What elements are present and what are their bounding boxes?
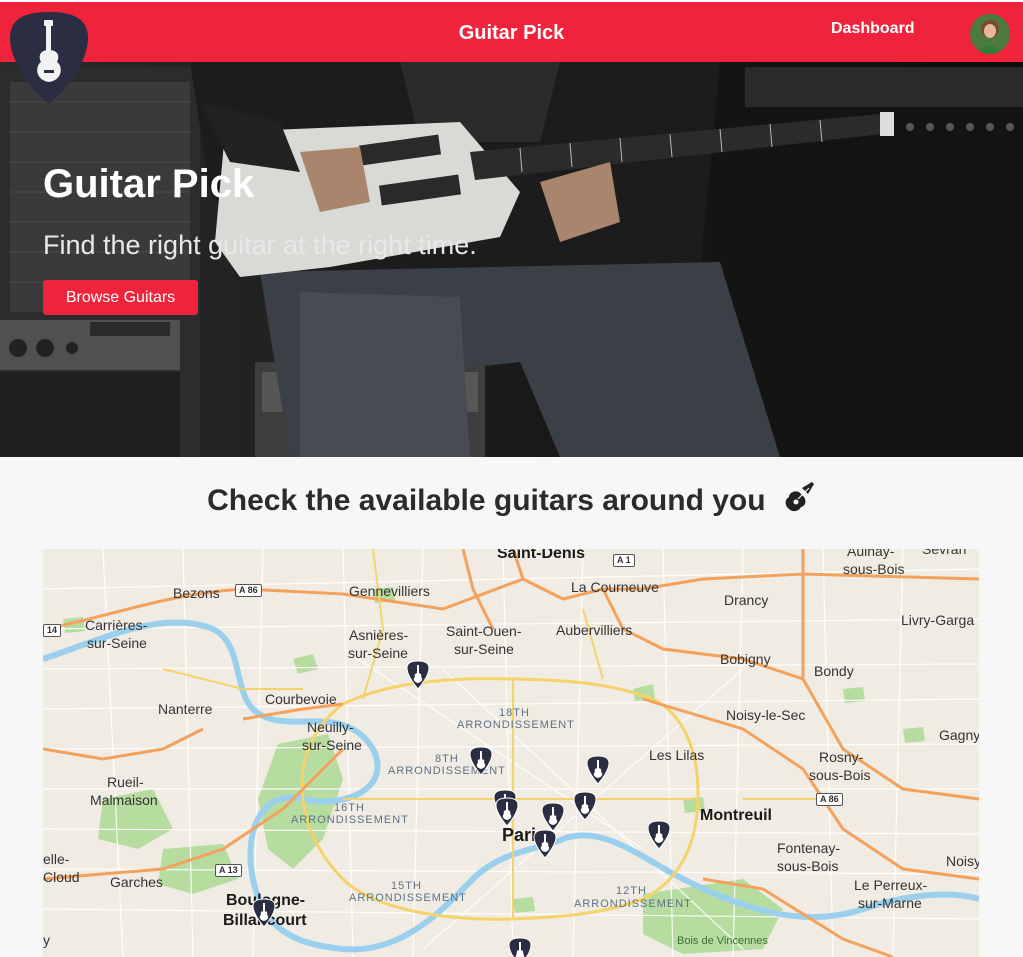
map-label-bobigny: Bobigny	[720, 651, 771, 667]
map-label-arr-12b: ARRONDISSEMENT	[574, 898, 692, 910]
guitar-pick-marker-icon	[541, 802, 565, 832]
guitar-pick-marker-icon	[495, 797, 519, 827]
guitar-map-marker[interactable]	[586, 755, 610, 785]
map-label-bois-de-vincennes: Bois de Vincennes	[677, 935, 768, 947]
guitar-pick-logo[interactable]	[8, 10, 90, 106]
map-label-noisy: Noisy	[946, 853, 979, 869]
road-shield-14: 14	[43, 624, 62, 637]
map-label-bezons: Bezons	[173, 585, 220, 601]
guitar-pick-marker-icon	[469, 746, 493, 776]
map-label-rueil: Rueil-	[107, 774, 144, 790]
map-label-carrieres: Carrières-	[85, 617, 148, 633]
guitar-pick-marker-icon	[508, 937, 532, 957]
map-label-carrieres-2: sur-Seine	[87, 635, 147, 651]
browse-guitars-button[interactable]: Browse Guitars	[43, 280, 198, 315]
map-label-noisy-le-sec: Noisy-le-Sec	[726, 707, 806, 723]
hero-subtitle: Find the right guitar at the right time.	[43, 230, 477, 260]
map-label-les-lilas: Les Lilas	[649, 747, 705, 763]
guitar-emoji-icon	[782, 480, 816, 522]
map-label-aubervilliers: Aubervilliers	[556, 622, 633, 638]
map-label-nanterre: Nanterre	[158, 701, 213, 717]
map-label-arr-16b: ARRONDISSEMENT	[291, 814, 409, 826]
road-shield-a86-east: A 86	[816, 793, 843, 806]
guitar-map-marker[interactable]	[252, 898, 276, 928]
guitar-pick-marker-icon	[533, 829, 557, 859]
map-label-courbevoie: Courbevoie	[265, 691, 337, 707]
map-label-arr-18b: ARRONDISSEMENT	[457, 719, 575, 731]
map-label-elle: elle-	[43, 851, 70, 867]
guitar-pick-marker-icon	[647, 820, 671, 850]
guitars-map[interactable]: Saint-Denis La Courneuve Aulnay- sous-Bo…	[43, 549, 979, 957]
guitar-pick-marker-icon	[406, 660, 430, 690]
map-label-arr-15b: ARRONDISSEMENT	[349, 892, 467, 904]
map-label-rosny-2: sous-Bois	[809, 767, 871, 783]
map-label-le-perreux: Le Perreux-	[854, 877, 928, 893]
map-label-le-perreux-2: sur-Marne	[858, 895, 922, 911]
map-label-gennevilliers: Gennevilliers	[349, 583, 430, 599]
map-label-y: y	[43, 932, 50, 948]
guitar-pick-marker-icon	[573, 791, 597, 821]
navbar: Guitar Pick Dashboard	[0, 0, 1023, 62]
guitar-map-marker[interactable]	[508, 937, 532, 957]
map-label-rosny: Rosny-	[819, 749, 864, 765]
guitar-map-marker[interactable]	[495, 797, 519, 827]
guitar-map-marker[interactable]	[406, 660, 430, 690]
map-label-fontenay: Fontenay-	[777, 840, 841, 856]
map-label-aulnay: Aulnay-	[847, 549, 895, 559]
hero-title: Guitar Pick	[43, 162, 255, 206]
map-label-gagny: Gagny	[939, 727, 979, 743]
road-shield-a86-west: A 86	[235, 584, 262, 597]
map-label-fontenay-2: sous-Bois	[777, 858, 839, 874]
guitar-map-marker[interactable]	[573, 791, 597, 821]
map-label-asnieres-2: sur-Seine	[348, 645, 408, 661]
avatar-image	[970, 14, 1010, 54]
guitar-map-marker[interactable]	[533, 829, 557, 859]
map-label-livry: Livry-Garga	[901, 612, 975, 628]
map-label-drancy: Drancy	[724, 592, 769, 608]
map-label-neuilly: Neuilly-	[307, 719, 354, 735]
road-shield-a1: A 1	[613, 554, 635, 567]
map-label-garches: Garches	[110, 874, 163, 890]
map-label-asnieres: Asnières-	[349, 627, 409, 643]
map-label-saint-ouen: Saint-Ouen-	[446, 623, 522, 639]
map-label-la-courneuve: La Courneuve	[571, 579, 659, 595]
section-title-text: Check the available guitars around you	[207, 484, 766, 517]
map-label-aulnay-2: sous-Bois	[843, 561, 905, 577]
road-shield-a13: A 13	[215, 864, 242, 877]
map-label-rueil-2: Malmaison	[90, 792, 158, 808]
dashboard-link[interactable]: Dashboard	[831, 20, 915, 38]
guitar-map-marker[interactable]	[469, 746, 493, 776]
map-label-bondy: Bondy	[814, 663, 854, 679]
map-label-neuilly-2: sur-Seine	[302, 737, 362, 753]
map-label-montreuil: Montreuil	[700, 807, 772, 824]
map-label-sevran: Sevran	[922, 549, 967, 557]
map-label-saint-denis: Saint-Denis	[497, 549, 586, 562]
map-label-cloud: Cloud	[43, 869, 80, 885]
map-label-saint-ouen-2: sur-Seine	[454, 641, 514, 657]
guitar-pick-marker-icon	[252, 898, 276, 928]
guitar-map-marker[interactable]	[541, 802, 565, 832]
hero-banner: Guitar Pick Find the right guitar at the…	[0, 62, 1023, 457]
avatar[interactable]	[970, 14, 1010, 54]
guitar-map-marker[interactable]	[647, 820, 671, 850]
guitar-pick-marker-icon	[586, 755, 610, 785]
section-title: Check the available guitars around you	[0, 480, 1023, 522]
